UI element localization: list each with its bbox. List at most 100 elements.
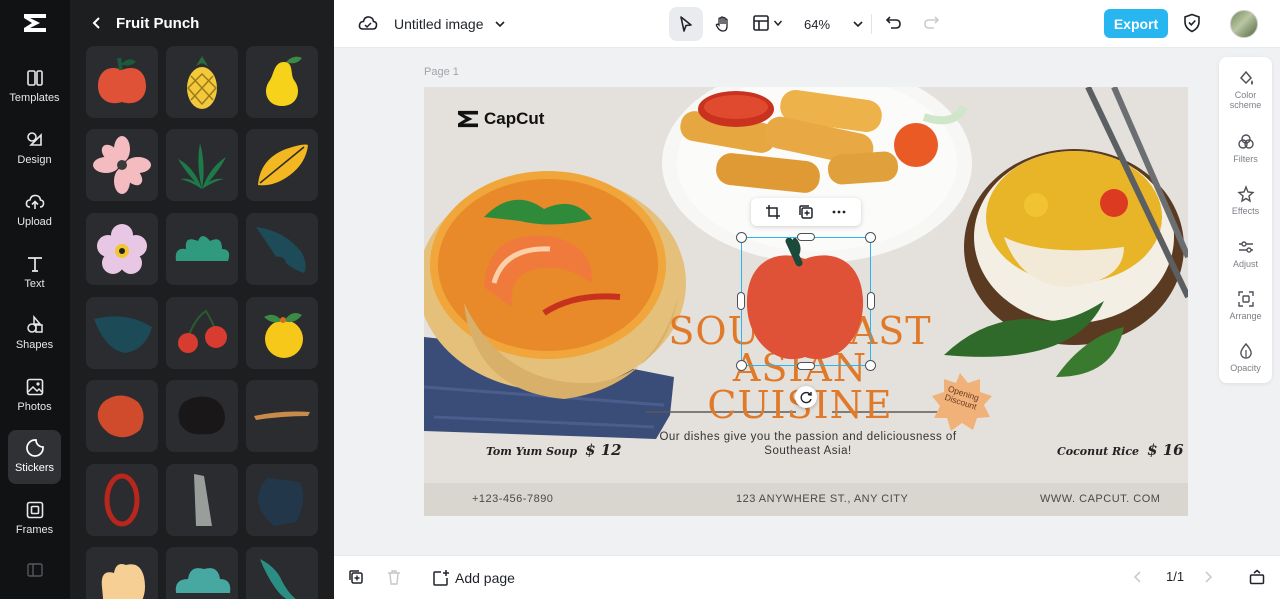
- menu-item-1: Tom Yum Soup $ 12: [486, 441, 622, 459]
- slate-blob-sticker-icon: [258, 478, 304, 526]
- nav-item-label: Templates: [9, 92, 60, 104]
- menu-item-name: Coconut Rice: [1057, 445, 1140, 458]
- sticker-tile-green-bush[interactable]: [166, 213, 238, 285]
- sticker-tile-teal-sprig[interactable]: [246, 547, 318, 599]
- sticker-tile-yellow-leaf[interactable]: [246, 129, 318, 201]
- menu-item-price: $ 12: [585, 441, 622, 459]
- zoom-dropdown[interactable]: 64%: [804, 14, 864, 34]
- bottom-bar: Add page 1/1: [334, 555, 1280, 599]
- crop-icon[interactable]: [765, 204, 781, 220]
- resize-handle-e[interactable]: [867, 292, 875, 310]
- sticker-tile-apple[interactable]: [86, 46, 158, 118]
- duplicate-icon[interactable]: [798, 204, 814, 220]
- avatar[interactable]: [1230, 10, 1258, 38]
- sticker-tile-teal-bowl[interactable]: [86, 297, 158, 369]
- sticker-tile-violet-flower[interactable]: [86, 213, 158, 285]
- menu-item-price: $ 16: [1147, 441, 1184, 459]
- templates-icon: [26, 70, 43, 86]
- rotate-handle[interactable]: [795, 386, 817, 408]
- security-button[interactable]: [1183, 13, 1201, 33]
- tool-filters[interactable]: Filters: [1219, 133, 1272, 164]
- sticker-tile-orange-blob[interactable]: [86, 380, 158, 452]
- add-page-icon: [433, 570, 449, 586]
- tool-arrange[interactable]: Arrange: [1219, 290, 1272, 321]
- layout-dropdown[interactable]: [752, 14, 783, 32]
- nav-item-frames[interactable]: Frames: [8, 492, 61, 546]
- nav-item-templates[interactable]: Templates: [8, 60, 61, 114]
- resize-handle-n[interactable]: [797, 233, 815, 241]
- resize-handle-w[interactable]: [737, 292, 745, 310]
- hand-icon: [715, 16, 728, 32]
- more-options-icon[interactable]: [831, 204, 847, 220]
- design-address: 123 ANYWHERE ST., ANY CITY: [736, 493, 909, 505]
- doc-title-dropdown[interactable]: Untitled image: [394, 14, 506, 34]
- sticker-tile-pear[interactable]: [246, 46, 318, 118]
- nav-item-stickers[interactable]: Stickers: [8, 430, 61, 484]
- nav-item-upload[interactable]: Upload: [8, 184, 61, 238]
- sticker-tile-lemon[interactable]: [246, 297, 318, 369]
- resize-handle-sw[interactable]: [736, 360, 747, 371]
- tan-stroke-sticker-icon: [254, 411, 310, 420]
- pear-sticker-icon: [266, 56, 302, 106]
- resize-handle-ne[interactable]: [865, 232, 876, 243]
- sticker-tile-peach-blob[interactable]: [86, 547, 158, 599]
- resize-handle-s[interactable]: [797, 362, 815, 370]
- sticker-tile-teal-cloud[interactable]: [166, 547, 238, 599]
- undo-button[interactable]: [885, 15, 903, 31]
- sticker-tile-red-ring[interactable]: [86, 464, 158, 536]
- sticker-tile-cherries[interactable]: [166, 297, 238, 369]
- pink-flower-sticker-icon: [93, 136, 151, 194]
- hand-tool-button[interactable]: [706, 7, 740, 41]
- nav-item-label: Design: [17, 154, 52, 166]
- top-bar: Untitled image 64% Export: [334, 0, 1280, 48]
- design-icon: [26, 132, 42, 146]
- design-brand: CapCut: [456, 109, 544, 129]
- sticker-tile-tan-stroke[interactable]: [246, 380, 318, 452]
- shield-icon: [1184, 13, 1200, 33]
- sticker-tile-slate-blob[interactable]: [246, 464, 318, 536]
- tool-opacity[interactable]: Opacity: [1219, 342, 1272, 373]
- export-button[interactable]: Export: [1104, 9, 1168, 38]
- select-tool-button[interactable]: [669, 7, 703, 41]
- teal-leaf-sticker-icon: [256, 227, 306, 273]
- tool-label: Opacity: [1230, 363, 1261, 373]
- nav-item-text[interactable]: Text: [8, 246, 61, 300]
- tool-effects[interactable]: Effects: [1219, 185, 1272, 216]
- duplicate-page-button[interactable]: [348, 569, 364, 585]
- tool-color-scheme[interactable]: Color scheme: [1219, 69, 1272, 110]
- sticker-tile-pink-flower[interactable]: [86, 129, 158, 201]
- apple-sticker-icon: [98, 57, 146, 104]
- add-page-button[interactable]: Add page: [432, 568, 515, 588]
- nav-item-label: Text: [24, 278, 45, 290]
- teal-cloud-sticker-icon: [175, 568, 231, 593]
- page-panel-toggle[interactable]: [1249, 569, 1265, 585]
- sticker-tile-dark-blob[interactable]: [166, 380, 238, 452]
- tool-label: Color scheme: [1229, 90, 1262, 110]
- chevron-down-icon: [853, 21, 863, 28]
- prev-page-button[interactable]: [1132, 570, 1144, 584]
- sticker-tile-teal-leaf[interactable]: [246, 213, 318, 285]
- pointer-icon: [680, 16, 692, 32]
- dark-blob-sticker-icon: [178, 396, 225, 435]
- sticker-tile-grey-shard[interactable]: [166, 464, 238, 536]
- panel-title: Fruit Punch: [116, 14, 200, 32]
- design-website: WWW. CAPCUT. COM: [1040, 493, 1161, 505]
- nav-item-label: Frames: [15, 524, 54, 536]
- redo-button[interactable]: [922, 15, 940, 31]
- upload-icon: [25, 194, 44, 209]
- tool-adjust[interactable]: Adjust: [1219, 238, 1272, 269]
- resize-handle-se[interactable]: [865, 360, 876, 371]
- more-apps-icon[interactable]: [27, 563, 43, 577]
- next-page-button[interactable]: [1202, 570, 1214, 584]
- resize-handle-nw[interactable]: [736, 232, 747, 243]
- capcut-logo-icon[interactable]: [22, 12, 48, 34]
- sticker-tile-green-leaves[interactable]: [166, 129, 238, 201]
- cloud-save-button[interactable]: [358, 14, 378, 32]
- nav-item-shapes[interactable]: Shapes: [8, 307, 61, 361]
- nav-item-photos[interactable]: Photos: [8, 369, 61, 423]
- undo-icon: [885, 16, 901, 29]
- sticker-tile-pineapple[interactable]: [166, 46, 238, 118]
- back-arrow-icon[interactable]: [90, 16, 104, 30]
- nav-item-design[interactable]: Design: [8, 122, 61, 176]
- delete-page-button[interactable]: [386, 569, 402, 585]
